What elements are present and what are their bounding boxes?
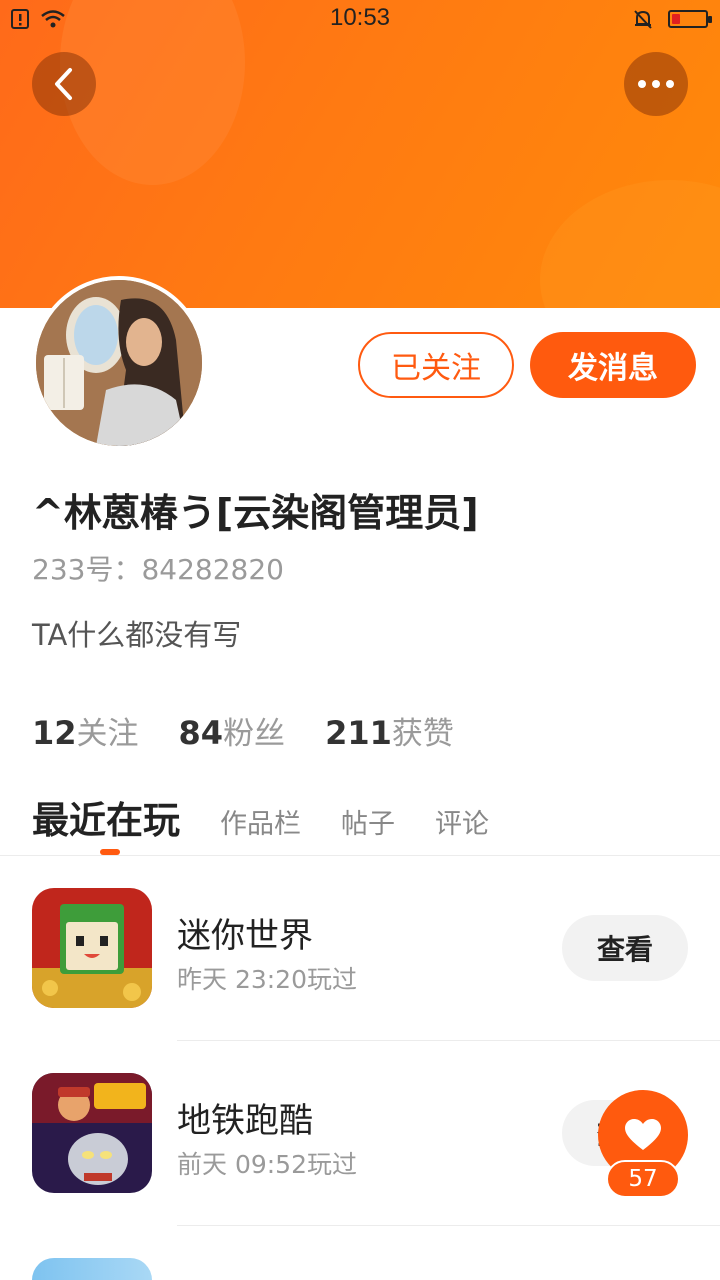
like-count-badge: 57 [606, 1160, 680, 1198]
heart-icon [625, 1119, 661, 1150]
game-icon [32, 1258, 152, 1280]
bio-text: TA什么都没有写 [32, 618, 242, 652]
username: ^林蒽椿う[云染阁管理员] [32, 491, 479, 535]
status-time: 10:53 [329, 4, 391, 31]
status-bar: 10:53 [0, 0, 720, 40]
followed-button[interactable]: 已关注 [358, 332, 514, 398]
game-played-time: 昨天 23:20玩过 [177, 965, 357, 994]
avatar[interactable] [32, 276, 206, 450]
bell-muted-icon [634, 10, 652, 29]
stat-fans[interactable]: 84粉丝 [179, 708, 286, 753]
battery-icon [668, 10, 712, 28]
more-button[interactable] [624, 52, 688, 116]
user-id: 233号：84282820 [32, 553, 284, 586]
profile-banner [0, 0, 720, 308]
more-dots-icon [638, 80, 674, 88]
avatar-image [36, 280, 202, 446]
tab-posts[interactable]: 帖子 [341, 802, 395, 841]
game-played-time: 前天 09:52玩过 [177, 1150, 357, 1179]
stats-bar: 12关注 84粉丝 211获赞 [32, 708, 454, 753]
game-name: 地铁跑酷 [177, 1101, 313, 1141]
back-button[interactable] [32, 52, 96, 116]
send-message-button[interactable]: 发消息 [530, 332, 696, 398]
stat-likes[interactable]: 211获赞 [325, 708, 454, 753]
stat-following[interactable]: 12关注 [32, 708, 139, 753]
game-name: 迷你世界 [177, 916, 313, 956]
mini-world-game-icon [32, 888, 152, 1008]
subway-surfers-game-icon [32, 1073, 152, 1193]
view-button[interactable]: 查看 [562, 915, 688, 981]
divider [177, 1225, 720, 1226]
chevron-left-icon [55, 68, 72, 100]
tab-recently-played[interactable]: 最近在玩 [32, 790, 180, 844]
game-row[interactable]: 迷你世界 昨天 23:20玩过 查看 [0, 856, 720, 1041]
tab-works[interactable]: 作品栏 [220, 802, 301, 841]
profile-tabs: 最近在玩 作品栏 帖子 评论 [32, 790, 489, 844]
tab-comments[interactable]: 评论 [435, 802, 489, 841]
